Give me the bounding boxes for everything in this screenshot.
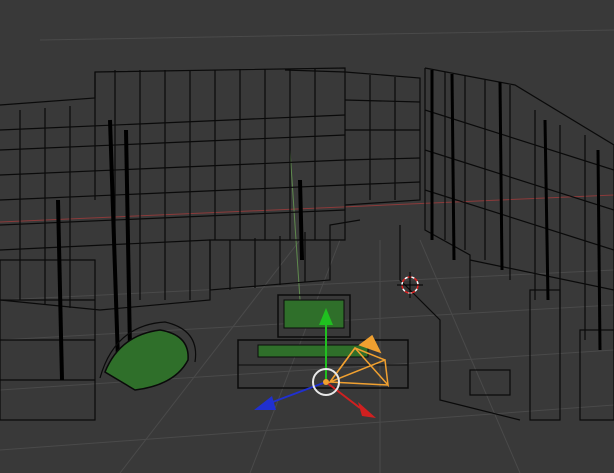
3d-viewport[interactable] — [0, 0, 614, 473]
y-axis-line — [289, 149, 301, 301]
z-arrow-icon[interactable] — [254, 396, 276, 410]
right-tower-columns[interactable] — [430, 70, 602, 351]
scene-canvas[interactable] — [0, 0, 614, 473]
3d-cursor-icon[interactable] — [397, 272, 423, 298]
planter-center[interactable] — [277, 294, 351, 338]
planter-curved[interactable] — [99, 321, 197, 391]
x-axis-line — [0, 194, 614, 223]
floor-grid — [0, 29, 614, 473]
x-arrow-icon[interactable] — [358, 402, 376, 418]
planter-long[interactable] — [237, 339, 409, 389]
